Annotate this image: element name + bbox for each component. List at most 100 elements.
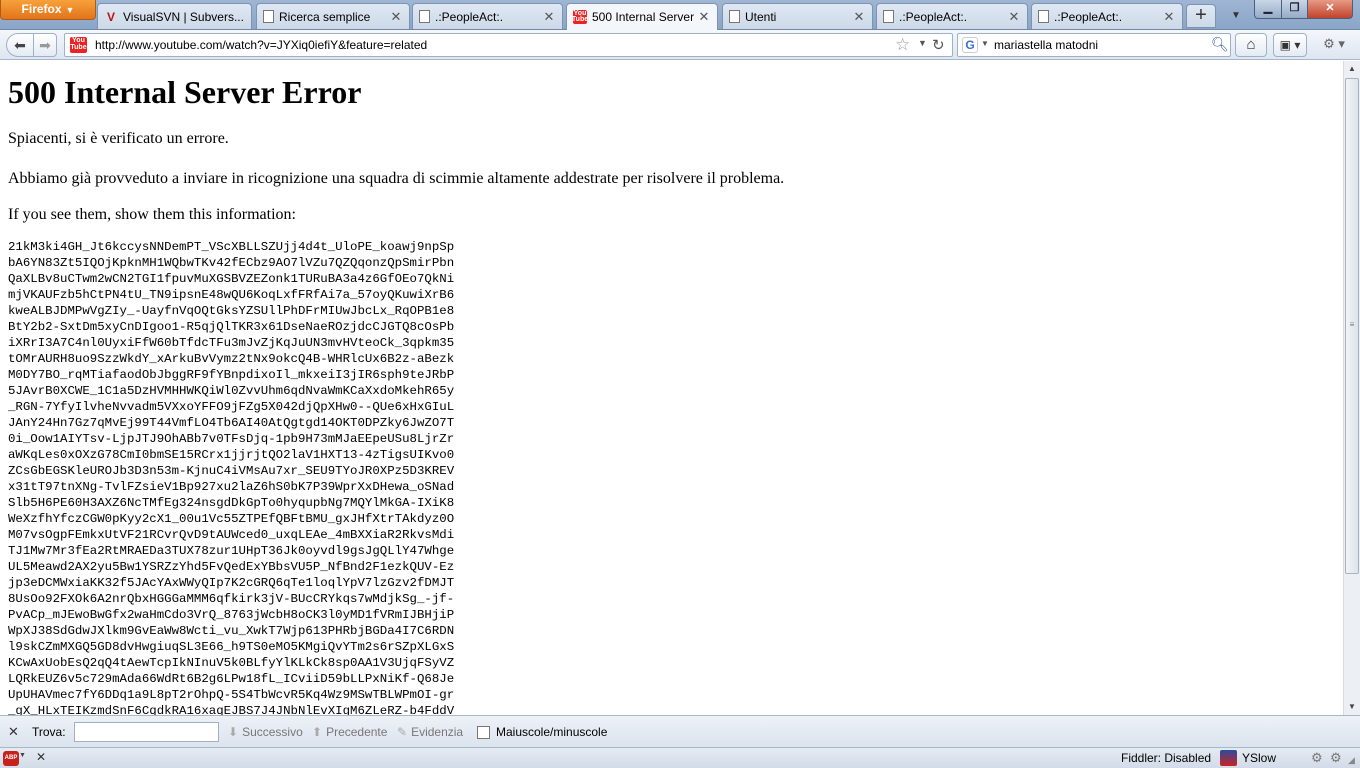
debug-line: WpXJ38SdGdwJXlkm9GvEaWw8Wcti_vu_XwkT7Wjp… bbox=[8, 624, 455, 638]
debug-line: UpUHAVmec7fY6DDq1a9L8pT2rOhpQ-5S4TbWcvR5… bbox=[8, 688, 455, 702]
youtube-icon-text: You bbox=[72, 37, 85, 44]
debug-line: WeXzfhYfczCGW0pKyy2cX1_00u1Vc55ZTPEfQBFt… bbox=[8, 512, 455, 526]
match-case-label[interactable]: Maiuscole/minuscole bbox=[496, 725, 607, 739]
find-previous-button[interactable]: ⬆ Precedente bbox=[312, 725, 387, 739]
plus-icon: + bbox=[1195, 4, 1207, 26]
home-button[interactable]: ⌂ bbox=[1235, 33, 1267, 57]
vertical-scrollbar[interactable]: ▲ ≡ ▼ bbox=[1343, 61, 1360, 715]
close-icon[interactable]: ✕ bbox=[8, 724, 19, 740]
tab-500-error[interactable]: You Tube 500 Internal Server ... ✕ bbox=[566, 3, 718, 30]
maximize-button[interactable]: ❐ bbox=[1281, 0, 1308, 19]
addon-button[interactable]: ▣ ▾ bbox=[1273, 33, 1307, 57]
debug-line: M0DY7BO_rqMTiafaodObJbggRF9fYBnpdixoIl_m… bbox=[8, 368, 455, 382]
debug-line: PvACp_mJEwoBwGfx2waHmCdo3VrQ_8763jWcbH8o… bbox=[8, 608, 455, 622]
chevron-down-icon[interactable]: ▼ bbox=[19, 752, 26, 759]
find-label: Trova: bbox=[32, 725, 66, 739]
debug-info-block: 21kM3ki4GH_Jt6kccysNNDemPT_VScXBLLSZUjj4… bbox=[8, 239, 454, 715]
debug-line: jp3eDCMWxiaKK32f5JAcYAxWWyQIp7K2cGRQ6qTe… bbox=[8, 576, 455, 590]
url-bar[interactable]: You Tube http://www.youtube.com/watch?v=J… bbox=[64, 33, 953, 57]
page-icon bbox=[1038, 10, 1049, 23]
highlight-label: Evidenzia bbox=[411, 725, 464, 739]
search-bar[interactable]: G ▼ mariastella matodni 🔍︎ bbox=[957, 33, 1231, 57]
page-title: 500 Internal Server Error bbox=[8, 74, 362, 110]
tab-utenti[interactable]: Utenti ✕ bbox=[722, 3, 873, 29]
tab-peopleact-3[interactable]: .:PeopleAct:. ✕ bbox=[1031, 3, 1183, 29]
tab-title: Utenti bbox=[745, 9, 777, 24]
scroll-down-arrow-icon[interactable]: ▼ bbox=[1344, 699, 1360, 715]
error-description: Abbiamo già provveduto a inviare in rico… bbox=[8, 170, 785, 187]
gear-icon[interactable]: ⚙ bbox=[1311, 750, 1323, 766]
tab-title: 500 Internal Server ... bbox=[592, 10, 697, 24]
find-next-label: Successivo bbox=[242, 725, 303, 739]
debug-line: 8UsOo92FXOk6A2nrQbxHGGGaMMM6qfkirk3jV-BU… bbox=[8, 592, 455, 606]
debug-line: 5JAvrB0XCWE_1C1a5DzHVMHHWKQiWl0ZvvUhm6qd… bbox=[8, 384, 455, 398]
tab-title: Ricerca semplice bbox=[279, 9, 371, 24]
error-message: Spiacenti, si è verificato un errore. bbox=[8, 130, 229, 147]
youtube-icon: You Tube bbox=[70, 37, 87, 53]
firefox-menu-button[interactable]: Firefox ▼ bbox=[0, 0, 96, 20]
gear-icon[interactable]: ⚙ bbox=[1330, 750, 1342, 766]
grip-icon: ≡ bbox=[1349, 320, 1355, 329]
search-input[interactable]: mariastella matodni bbox=[994, 38, 1098, 52]
svn-icon: V bbox=[106, 9, 115, 24]
debug-line: M07vsOgpFEmkxUtVF21RCvrQvD9tAUWced0_uxqL… bbox=[8, 528, 455, 542]
close-icon[interactable]: ✕ bbox=[36, 750, 46, 764]
tab-list-button[interactable]: ▼ bbox=[1222, 6, 1250, 26]
history-dropdown-icon[interactable]: ▼ bbox=[918, 38, 927, 48]
match-case-checkbox[interactable] bbox=[477, 726, 490, 739]
page-icon bbox=[419, 10, 430, 23]
tab-peopleact-2[interactable]: .:PeopleAct:. ✕ bbox=[876, 3, 1028, 29]
google-icon[interactable]: G bbox=[962, 37, 978, 53]
search-icon[interactable]: 🔍︎ bbox=[1211, 36, 1229, 53]
arrow-up-icon: ⬆ bbox=[312, 725, 323, 739]
close-icon[interactable]: ✕ bbox=[1007, 9, 1021, 24]
tab-title: .:PeopleAct:. bbox=[1054, 9, 1123, 24]
debug-line: aWKqLes0xOXzG78CmI0bmSE15RCrx1jjrjtQO2la… bbox=[8, 448, 455, 462]
highlight-all-button[interactable]: ✎ Evidenzia bbox=[397, 725, 463, 739]
debug-line: JAnY24Hn7Gz7qMvEj99T44VmfLO4Tb6AI40AtQgt… bbox=[8, 416, 455, 430]
bookmark-star-icon[interactable]: ☆ bbox=[895, 35, 910, 55]
yslow-icon[interactable] bbox=[1220, 750, 1237, 766]
close-icon[interactable]: ✕ bbox=[542, 9, 556, 24]
yslow-label[interactable]: YSlow bbox=[1242, 751, 1276, 765]
minimize-button[interactable]: ▁ bbox=[1254, 0, 1282, 19]
debug-line: 21kM3ki4GH_Jt6kccysNNDemPT_VScXBLLSZUjj4… bbox=[8, 240, 455, 254]
tab-visualsvn[interactable]: V VisualSVN | Subvers... bbox=[97, 3, 252, 29]
page-icon bbox=[883, 10, 894, 23]
back-button[interactable]: ⬅ bbox=[6, 33, 34, 57]
debug-line: iXRrI3A7C4nl0UyxiFfW60bTfdcTFu3mJvZjKqJu… bbox=[8, 336, 455, 350]
scroll-up-arrow-icon[interactable]: ▲ bbox=[1344, 61, 1360, 77]
new-tab-button[interactable]: + bbox=[1186, 4, 1216, 28]
forward-button[interactable]: ➡ bbox=[33, 33, 57, 57]
forward-arrow-icon: ➡ bbox=[39, 37, 51, 53]
debug-line: ZCsGbEGSKleUROJb3D3n53m-KjnuC4iVMsAu7xr_… bbox=[8, 464, 455, 478]
page-icon bbox=[729, 10, 740, 23]
tab-ricerca-semplice[interactable]: Ricerca semplice ✕ bbox=[256, 3, 410, 29]
debug-line: 0i_Oow1AIYTsv-LjpJTJ9OhABb7v0TFsDjq-1pb9… bbox=[8, 432, 455, 446]
youtube-icon-text: Tube bbox=[70, 44, 87, 51]
youtube-icon-text: Tube bbox=[571, 16, 589, 23]
debug-line: bA6YN83Zt5IQOjKpknMH1WQbwTKv42fECbz9AO7l… bbox=[8, 256, 455, 270]
close-icon[interactable]: ✕ bbox=[697, 10, 711, 24]
search-engine-dropdown-icon[interactable]: ▼ bbox=[981, 39, 989, 48]
adblock-icon[interactable]: ABP bbox=[3, 751, 19, 766]
fiddler-status[interactable]: Fiddler: Disabled bbox=[1121, 751, 1211, 765]
find-previous-label: Precedente bbox=[326, 725, 388, 739]
debug-line: _RGN-7YfyIlvheNvvadm5VXxoYFFO9jFZg5X042d… bbox=[8, 400, 455, 414]
find-input[interactable] bbox=[74, 722, 219, 742]
debug-line: UL5Meawd2AX2yu5Bw1YSRZzYhd5FvQedExYBbsVU… bbox=[8, 560, 455, 574]
close-window-button[interactable]: ✕ bbox=[1307, 0, 1353, 19]
reload-icon[interactable]: ↻ bbox=[932, 36, 945, 54]
tab-peopleact-1[interactable]: .:PeopleAct:. ✕ bbox=[412, 3, 563, 29]
back-arrow-icon: ⬅ bbox=[14, 37, 26, 53]
close-icon[interactable]: ✕ bbox=[1162, 9, 1176, 24]
scrollbar-thumb[interactable]: ≡ bbox=[1345, 78, 1359, 574]
debug-line: _gX_HLxTEIKzmdSnF6CqdkRA16xaqEJBS7J4JNbN… bbox=[8, 704, 455, 715]
extension-button[interactable]: ⚙ ▾ bbox=[1313, 33, 1355, 57]
close-icon[interactable]: ✕ bbox=[852, 9, 866, 24]
close-icon[interactable]: ✕ bbox=[389, 9, 403, 24]
url-text[interactable]: http://www.youtube.com/watch?v=JYXiq0ief… bbox=[95, 38, 427, 52]
resize-grip-icon[interactable]: ◢ bbox=[1348, 755, 1355, 766]
find-next-button[interactable]: ⬇ Successivo bbox=[228, 725, 303, 739]
tab-title: VisualSVN | Subvers... bbox=[123, 9, 244, 24]
